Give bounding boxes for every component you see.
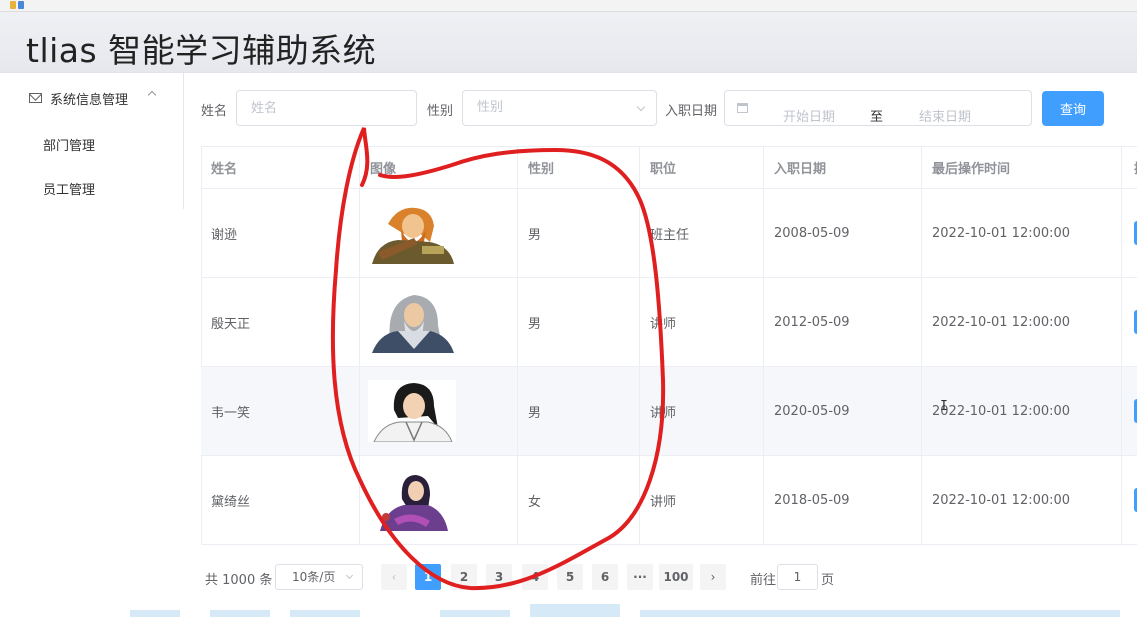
page-button-5[interactable]: 5	[557, 564, 583, 590]
sidebar: 系统信息管理 部门管理 员工管理	[0, 73, 184, 617]
header-position: 职位	[640, 147, 764, 188]
name-label: 姓名	[201, 104, 228, 119]
gender-label: 性别	[427, 104, 454, 119]
calendar-icon	[737, 103, 748, 113]
header-name: 姓名	[201, 147, 360, 188]
pagination: 共 1000 条 10条/页 ‹ 1 2 3 4 5 6 ··· 100 › 前…	[205, 564, 845, 590]
goto-page-input[interactable]	[777, 564, 818, 590]
cell-name: 谢逊	[201, 189, 360, 277]
page-button-3[interactable]: 3	[486, 564, 512, 590]
header-operation: 操	[1122, 147, 1137, 188]
goto-label: 前往	[750, 573, 777, 588]
cell-update-time: 2022-10-01 12:00:00	[922, 278, 1122, 366]
white-haired-elder-avatar	[368, 291, 456, 353]
page-button-4[interactable]: 4	[522, 564, 548, 590]
cell-position: 讲师	[640, 456, 764, 544]
name-input[interactable]	[236, 90, 417, 126]
app-header: tlias 智能学习辅助系统	[0, 12, 1137, 73]
search-form: 姓名 性别 性别 入职日期 开始日期 至 结束日期 查询	[200, 90, 1120, 126]
start-date-input[interactable]: 开始日期	[783, 101, 835, 135]
cell-operation	[1122, 278, 1137, 366]
cell-entry-date: 2008-05-09	[764, 189, 922, 277]
cell-entry-date: 2018-05-09	[764, 456, 922, 544]
date-range-picker[interactable]: 开始日期 至 结束日期	[724, 90, 1032, 126]
cell-update-time: 2022-10-01 12:00:00	[922, 189, 1122, 277]
cell-gender: 女	[518, 456, 640, 544]
header-update-time: 最后操作时间	[922, 147, 1122, 188]
table-row: 殷天正 男 讲师 2012-05-09 2022-10-01 12:00:00	[201, 278, 1137, 367]
prev-page-button[interactable]: ‹	[381, 564, 407, 590]
more-pages-button[interactable]: ···	[627, 564, 653, 590]
orange-haired-bearded-warrior-avatar	[368, 202, 456, 264]
page-size-value: 10条/页	[292, 570, 336, 584]
sidebar-divider	[183, 73, 184, 209]
sidebar-item-employee[interactable]: 员工管理	[43, 179, 95, 198]
cell-gender: 男	[518, 367, 640, 455]
chevron-up-icon	[147, 90, 157, 100]
cell-avatar	[360, 367, 518, 455]
cell-entry-date: 2012-05-09	[764, 278, 922, 366]
page-size-select[interactable]: 10条/页	[275, 564, 363, 590]
page-button-6[interactable]: 6	[592, 564, 618, 590]
table-row: 黛绮丝 女 讲师 2018-05-09 2022-10-01 12:00:00	[201, 456, 1137, 545]
purple-robed-woman-avatar	[368, 469, 456, 531]
cell-operation	[1122, 456, 1137, 544]
table-row: 韦一笑 男 讲师 2020-05-09 2022-10-01 12:00:00	[201, 367, 1137, 456]
black-haired-swordsman-avatar	[368, 380, 456, 442]
browser-top-strip	[0, 0, 1137, 12]
cell-name: 黛绮丝	[201, 456, 360, 544]
favicon-icon	[10, 1, 28, 10]
cell-position: 讲师	[640, 367, 764, 455]
header-image: 图像	[360, 147, 518, 188]
app-title: tlias 智能学习辅助系统	[26, 31, 377, 70]
cell-operation	[1122, 367, 1137, 455]
mail-icon	[29, 93, 42, 103]
table-header: 姓名 图像 性别 职位 入职日期 最后操作时间 操	[201, 146, 1137, 189]
gender-placeholder: 性别	[477, 100, 504, 115]
cell-gender: 男	[518, 278, 640, 366]
menu-group-system-info[interactable]: 系统信息管理	[29, 88, 169, 108]
cell-avatar	[360, 278, 518, 366]
cell-avatar	[360, 189, 518, 277]
table-row: 谢逊 男 班主任 2008-05-09 2022-10-01 12:00:00	[201, 189, 1137, 278]
query-button[interactable]: 查询	[1042, 91, 1104, 126]
gender-select[interactable]: 性别	[462, 90, 657, 126]
sidebar-item-department[interactable]: 部门管理	[43, 135, 95, 154]
entry-date-label: 入职日期	[665, 104, 718, 119]
cell-update-time: 2022-10-01 12:00:00	[922, 367, 1122, 455]
next-page-button[interactable]: ›	[700, 564, 726, 590]
cell-position: 讲师	[640, 278, 764, 366]
page-button-100[interactable]: 100	[659, 564, 693, 590]
cell-avatar	[360, 456, 518, 544]
employee-table: 姓名 图像 性别 职位 入职日期 最后操作时间 操 谢逊 男 班主任 2008-…	[201, 146, 1137, 545]
cell-update-time: 2022-10-01 12:00:00	[922, 456, 1122, 544]
header-entry-date: 入职日期	[764, 147, 922, 188]
page-button-2[interactable]: 2	[451, 564, 477, 590]
cell-name: 韦一笑	[201, 367, 360, 455]
date-range-separator: 至	[870, 110, 884, 125]
end-date-input[interactable]: 结束日期	[919, 101, 971, 135]
cell-entry-date: 2020-05-09	[764, 367, 922, 455]
cell-name: 殷天正	[201, 278, 360, 366]
cell-gender: 男	[518, 189, 640, 277]
chevron-down-icon	[636, 102, 646, 112]
page-button-1[interactable]: 1	[415, 564, 441, 590]
menu-group-label: 系统信息管理	[50, 92, 129, 108]
taskbar-strip	[0, 600, 1137, 617]
page-suffix: 页	[821, 573, 835, 588]
chevron-down-icon	[345, 571, 354, 580]
text-cursor-icon: I	[940, 399, 948, 414]
header-gender: 性别	[518, 147, 640, 188]
cell-position: 班主任	[640, 189, 764, 277]
pagination-total: 共 1000 条	[205, 573, 273, 588]
cell-operation	[1122, 189, 1137, 277]
